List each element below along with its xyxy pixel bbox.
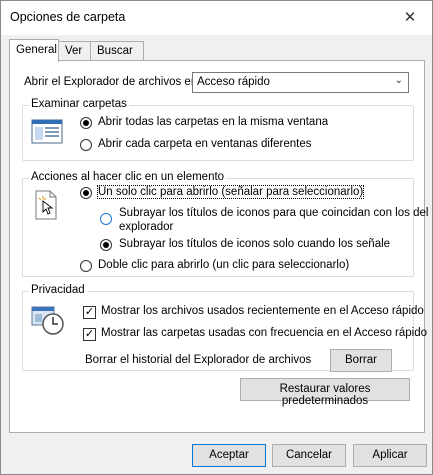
open-explorer-value: Acceso rápido <box>197 76 270 88</box>
radio-double-click[interactable] <box>80 260 92 272</box>
privacy-title: Privacidad <box>29 284 87 296</box>
cancel-button-label: Cancelar <box>285 449 333 461</box>
close-icon[interactable]: ✕ <box>388 1 432 33</box>
open-explorer-label: Abrir el Explorador de archivos en: <box>24 76 201 88</box>
window-title: Opciones de carpeta <box>10 10 126 24</box>
option-double-click-label[interactable]: Doble clic para abrirlo (un clic para se… <box>98 259 349 271</box>
option-new-window-label[interactable]: Abrir cada carpeta en ventanas diferente… <box>98 138 312 150</box>
tab-general-label: General <box>16 44 57 56</box>
folder-options-window: Opciones de carpeta ✕ General Ver Buscar… <box>0 0 433 475</box>
title-bar[interactable]: Opciones de carpeta ✕ <box>1 1 432 35</box>
tab-ver-label: Ver <box>65 45 83 57</box>
accept-button-label: Aceptar <box>209 449 249 461</box>
radio-single-click[interactable] <box>80 187 92 199</box>
option-underline-hover-label[interactable]: Subrayar los títulos de iconos solo cuan… <box>119 238 390 250</box>
option-underline-consistent-label-1[interactable]: Subrayar los títulos de iconos para que … <box>119 207 428 219</box>
tab-buscar-label: Buscar <box>97 45 133 57</box>
tab-ver[interactable]: Ver <box>58 41 91 61</box>
click-actions-title: Acciones al hacer clic en un elemento <box>29 171 227 183</box>
clear-history-button[interactable]: Borrar <box>330 349 392 372</box>
radio-new-window[interactable] <box>80 139 92 151</box>
click-actions-group: Acciones al hacer clic en un elemento Un… <box>22 171 428 277</box>
tab-buscar[interactable]: Buscar <box>90 41 144 61</box>
accept-button[interactable]: Aceptar <box>192 444 266 467</box>
restore-defaults-button[interactable]: Restaurar valores predeterminados <box>240 378 410 407</box>
cancel-button[interactable]: Cancelar <box>272 444 346 467</box>
browse-folders-icon <box>31 119 63 144</box>
option-same-window-label[interactable]: Abrir todas las carpetas en la misma ven… <box>98 116 328 128</box>
privacy-clock-icon <box>31 306 64 335</box>
clear-history-button-label: Borrar <box>345 354 377 366</box>
option-underline-consistent-label-2[interactable]: explorador <box>119 221 173 233</box>
checkbox-frequent-folders[interactable]: ✓ <box>83 328 96 341</box>
radio-underline-consistent[interactable] <box>100 213 112 225</box>
frequent-folders-label[interactable]: Mostrar las carpetas usadas con frecuenc… <box>101 327 427 339</box>
radio-same-window[interactable] <box>80 117 92 129</box>
option-single-click-label[interactable]: Un solo clic para abrirlo (señalar para … <box>96 185 365 199</box>
restore-defaults-button-label: Restaurar valores predeterminados <box>279 383 371 407</box>
chevron-down-icon: ⌄ <box>394 75 403 86</box>
privacy-group: Privacidad ✓ Mostrar los archivos usados… <box>22 284 427 372</box>
open-explorer-select[interactable]: Acceso rápido ⌄ <box>192 72 409 93</box>
recent-files-label[interactable]: Mostrar los archivos usados recientement… <box>101 305 424 317</box>
checkbox-recent-files[interactable]: ✓ <box>83 306 96 319</box>
apply-button-label: Aplicar <box>372 449 408 461</box>
general-panel: Abrir el Explorador de archivos en: Acce… <box>9 60 428 433</box>
apply-button[interactable]: Aplicar <box>353 444 427 467</box>
click-document-icon <box>35 190 57 220</box>
tab-general[interactable]: General <box>9 39 59 62</box>
browse-folders-group: Examinar carpetas Abrir todas las carpet… <box>22 98 414 161</box>
clear-history-label: Borrar el historial del Explorador de ar… <box>85 354 312 366</box>
browse-folders-title: Examinar carpetas <box>29 98 129 110</box>
radio-underline-hover[interactable] <box>100 239 112 251</box>
